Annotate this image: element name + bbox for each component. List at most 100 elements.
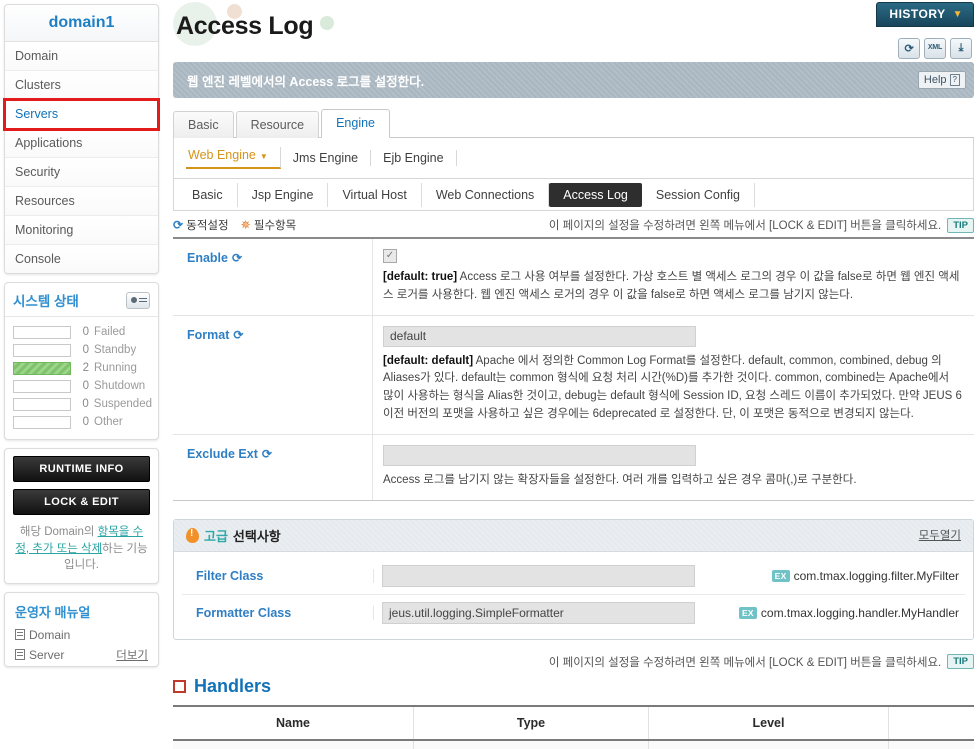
- tab-basic[interactable]: Basic: [173, 111, 234, 138]
- lock-and-edit-button[interactable]: LOCK & EDIT: [13, 489, 150, 515]
- handler-level: FINEST: [648, 740, 888, 749]
- engine-label: Ejb Engine: [383, 151, 444, 165]
- status-label: Suspended: [93, 398, 152, 410]
- runtime-info-button[interactable]: RUNTIME INFO: [13, 456, 150, 482]
- legend-row: ⟳ 동적설정 ✵ 필수항목 이 페이지의 설정을 수정하려면 왼쪽 메뉴에서 […: [173, 217, 974, 233]
- subtab-basic[interactable]: Basic: [178, 182, 238, 207]
- manual-row-server: Server 더보기: [5, 645, 158, 666]
- refresh-icon[interactable]: ⟳: [898, 38, 920, 59]
- subtab-web-connections[interactable]: Web Connections: [422, 182, 550, 207]
- status-row-shutdown: 0 Shutdown: [13, 377, 152, 395]
- manual-more-link[interactable]: 더보기: [116, 647, 148, 663]
- advanced-title-keyword: 고급: [204, 528, 228, 544]
- example-badge: EX: [771, 569, 790, 582]
- system-status-title: 시스템 상태: [13, 294, 79, 309]
- column-header-name: Name: [275, 715, 311, 730]
- input-value: jeus.util.logging.SimpleFormatter: [389, 605, 564, 620]
- sidebar-nav-list: Domain Clusters Servers Applications Securit…: [3, 42, 160, 273]
- tab-engine[interactable]: Engine: [321, 109, 391, 138]
- sidebar-item-resources[interactable]: Resources: [5, 187, 158, 216]
- legend-right: 이 페이지의 설정을 수정하려면 왼쪽 메뉴에서 [LOCK & EDIT] 버…: [549, 217, 974, 233]
- subtab-jsp-engine[interactable]: Jsp Engine: [238, 182, 329, 207]
- lock-edit-notice: 이 페이지의 설정을 수정하려면 왼쪽 메뉴에서 [LOCK & EDIT] 버…: [548, 220, 942, 232]
- open-all-link[interactable]: 모두열기: [919, 527, 961, 543]
- primary-tabs: Basic Resource Engine: [173, 108, 974, 138]
- setting-value: ✓ [default: true] Access 로그 사용 여부를 설정한다. …: [373, 239, 974, 315]
- setting-hint: Access 로그를 남기지 않는 확장자들을 설정한다. 여러 개를 입력하고…: [383, 472, 962, 490]
- xml-glyph: XML: [927, 44, 943, 51]
- setting-row-exclude-ext: Exclude Ext ⟳ Access 로그를 남기지 않는 확장자들을 설정한…: [173, 434, 974, 500]
- status-count: 0: [82, 416, 89, 428]
- sidebar-item-security[interactable]: Security: [5, 158, 158, 187]
- sidebar-item-clusters[interactable]: Clusters: [5, 71, 158, 100]
- status-label: Shutdown: [94, 380, 146, 392]
- enable-checkbox[interactable]: ✓: [383, 249, 397, 263]
- dynamic-refresh-icon: ⟳: [261, 446, 272, 461]
- setting-label-text: Enable: [187, 251, 228, 265]
- dynamic-setting-legend: ⟳ 동적설정: [173, 217, 229, 233]
- engine-jms-engine[interactable]: Jms Engine: [281, 150, 372, 166]
- system-status-list: 0 Failed 0 Standby 2 Running 0 Shutdown 0 Suspend…: [5, 317, 158, 439]
- xml-export-icon[interactable]: XML: [924, 38, 946, 59]
- system-status-toggle-icon[interactable]: [126, 291, 150, 309]
- handlers-section-title: Handlers: [173, 676, 974, 697]
- engine-label: Web Engine: [188, 148, 256, 162]
- manual-link-domain[interactable]: Domain: [15, 628, 70, 642]
- setting-row-enable: Enable ⟳ ✓ [default: true] Access 로그 사용 여부를…: [173, 239, 974, 316]
- setting-hint-default: [default: true]: [383, 271, 458, 283]
- help-label: Help: [923, 74, 947, 86]
- status-bar: [13, 397, 71, 411]
- setting-hint-default: [default: default]: [383, 354, 474, 367]
- backup-export-icon[interactable]: ⤓: [950, 38, 972, 59]
- advanced-options-body: Filter Class EX com.tmax.logging.filter.My…: [174, 552, 973, 639]
- setting-label: Format ⟳: [173, 315, 373, 434]
- setting-value: Access 로그를 남기지 않는 확장자들을 설정한다. 여러 개를 입력하고…: [373, 435, 974, 500]
- setting-label: Enable ⟳: [173, 239, 373, 315]
- filter-class-input[interactable]: [382, 564, 695, 587]
- engine-web-engine[interactable]: Web Engine ▼: [186, 147, 281, 169]
- help-button[interactable]: Help ?: [917, 71, 966, 89]
- status-count: 0: [82, 380, 89, 392]
- manual-panel: 운영자 매뉴얼 Domain Server 더보기: [4, 592, 159, 668]
- status-row-running: 2 Running: [13, 359, 152, 377]
- column-header-type: Type: [413, 706, 648, 739]
- tip-badge[interactable]: TIP: [947, 654, 974, 670]
- system-status-header: 시스템 상태: [5, 283, 158, 317]
- sidebar-item-domain[interactable]: Domain: [5, 42, 158, 71]
- exclude-ext-input[interactable]: [383, 444, 696, 466]
- subtab-access-log[interactable]: Access Log: [549, 182, 642, 207]
- format-input[interactable]: default: [383, 325, 696, 347]
- subtab-session-config[interactable]: Session Config: [642, 182, 755, 207]
- tip-badge[interactable]: TIP: [947, 217, 974, 233]
- application-root: domain1 Domain Clusters Servers Application…: [0, 0, 980, 749]
- advanced-label: Filter Class: [182, 568, 374, 583]
- dynamic-refresh-icon: ⟳: [232, 251, 243, 265]
- sidebar-item-console[interactable]: Console: [5, 245, 158, 273]
- status-row-other: 0 Other: [13, 413, 152, 431]
- input-value: default: [390, 329, 427, 344]
- tab-resource[interactable]: Resource: [235, 111, 320, 138]
- system-status-panel: 시스템 상태 0 Failed 0 Standby 2 Running 0 Shutdown 0…: [4, 282, 159, 440]
- status-label: Running: [94, 362, 137, 374]
- history-button[interactable]: HISTORY ▼: [876, 2, 974, 27]
- manual-link-server[interactable]: Server: [15, 648, 64, 662]
- status-bar: [13, 343, 71, 357]
- decorative-circle: [320, 16, 334, 30]
- handlers-table-header: Name Type Level: [173, 706, 974, 741]
- engine-ejb-engine[interactable]: Ejb Engine: [371, 150, 457, 166]
- required-field-legend: ✵ 필수항목: [241, 217, 297, 233]
- setting-label: Exclude Ext ⟳: [173, 434, 373, 500]
- example-text: com.tmax.logging.handler.MyHandler: [760, 605, 959, 620]
- setting-hint-text: Access 로그 사용 여부를 설정한다. 가상 호스트 별 액세스 로그의 …: [383, 271, 960, 301]
- asterisk-icon: ✵: [240, 218, 251, 232]
- advanced-row-filter-class: Filter Class EX com.tmax.logging.filter.My…: [182, 558, 965, 595]
- advanced-options-panel: 고급 선택사항 모두열기 Filter ClassEXcom.tmax.logg…: [173, 518, 974, 640]
- subtab-virtual-host[interactable]: Virtual Host: [328, 182, 422, 207]
- backup-glyph: ⤓: [958, 42, 964, 54]
- sidebar-item-monitoring[interactable]: Monitoring: [5, 216, 158, 245]
- sidebar-item-applications[interactable]: Applications: [5, 129, 158, 158]
- sidebar-item-servers[interactable]: Servers: [3, 98, 160, 131]
- status-label: Standby: [94, 344, 137, 356]
- formatter-class-input[interactable]: jeus.util.logging.SimpleFormatter: [382, 601, 695, 624]
- history-label: HISTORY: [889, 7, 946, 21]
